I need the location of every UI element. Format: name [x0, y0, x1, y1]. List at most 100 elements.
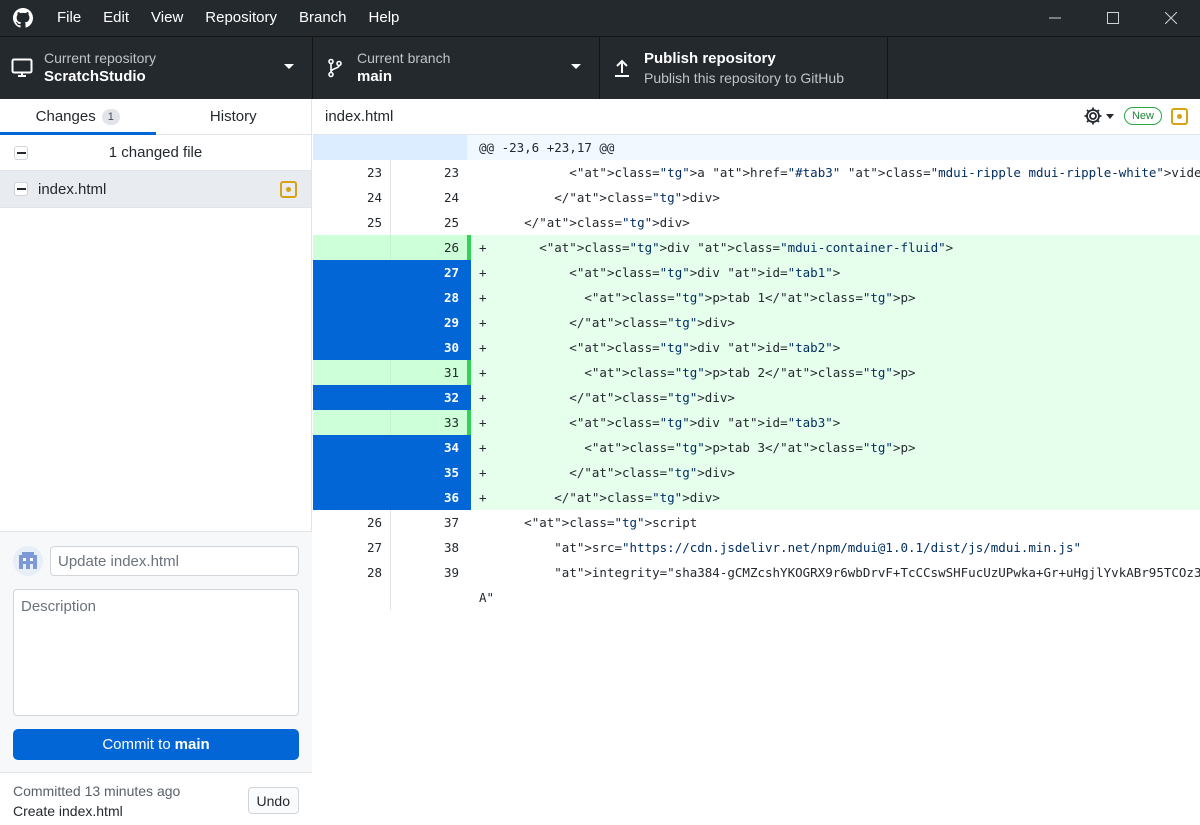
publish-repository-description: Publish this repository to GitHub	[644, 70, 844, 86]
new-line-number[interactable]: 27	[390, 260, 467, 285]
diff-line-code: + </"at">class="tg">div>	[471, 385, 1200, 410]
diff-line-code: A"	[479, 590, 495, 605]
menu-branch[interactable]: Branch	[288, 0, 358, 36]
diff-line-code: + <"at">class="tg">div "at">class="mdui-…	[471, 235, 1200, 260]
changes-count-badge: 1	[101, 108, 120, 125]
commit-button[interactable]: Commit to main	[13, 729, 299, 760]
new-line-number[interactable]: 33	[390, 410, 467, 435]
old-line-number: 23	[366, 165, 382, 180]
diff-line-added[interactable]: 31 + <"at">class="tg">p>tab 2</"at">class…	[313, 360, 1200, 385]
old-line-number	[313, 485, 390, 510]
new-line-number[interactable]: 34	[390, 435, 467, 460]
diff-line-code: + <"at">class="tg">p>tab 3</"at">class="…	[471, 435, 1200, 460]
diff-line-code: </"at">class="tg">div>	[479, 215, 690, 230]
current-repository-dropdown[interactable]: Current repository ScratchStudio	[0, 37, 313, 99]
last-commit-time: Committed 13 minutes ago	[13, 783, 181, 799]
menu-file[interactable]: File	[46, 0, 92, 36]
commit-summary-input[interactable]	[50, 546, 299, 576]
diff-line-added[interactable]: 28 + <"at">class="tg">p>tab 1</"at">class…	[313, 285, 1200, 310]
menu-edit[interactable]: Edit	[92, 0, 140, 36]
diff-line-code: + </"at">class="tg">div>	[471, 310, 1200, 335]
hunk-header: @@ -23,6 +23,17 @@	[471, 135, 1200, 160]
current-branch-dropdown[interactable]: Current branch main	[313, 37, 600, 99]
minimize-icon[interactable]	[1026, 0, 1084, 36]
new-line-number[interactable]: 31	[390, 360, 467, 385]
gear-icon	[1084, 107, 1102, 125]
new-line-number[interactable]: 29	[390, 310, 467, 335]
diff-line-added[interactable]: 26 + <"at">class="tg">div "at">class="mdu…	[313, 235, 1200, 260]
current-branch-label: Current branch	[357, 50, 451, 66]
desktop-icon	[0, 58, 44, 78]
commit-description-input[interactable]	[13, 589, 299, 716]
diff-line-added[interactable]: 35 + </"at">class="tg">div>	[313, 460, 1200, 485]
branch-icon	[313, 58, 357, 78]
diff-line-code: "at">src="https://cdn.jsdelivr.net/npm/m…	[554, 540, 1082, 555]
menu-bar: File Edit View Repository Branch Help	[46, 0, 410, 36]
old-line-number	[313, 235, 390, 260]
diff-header: index.html New	[313, 99, 1200, 135]
old-line-number: 25	[366, 215, 382, 230]
diff-line-code: </"at">class="tg">div>	[479, 190, 720, 205]
diff-line-code: + </"at">class="tg">div>	[471, 485, 1200, 510]
sidebar-tabs: Changes 1 History	[0, 99, 311, 135]
list-item[interactable]: index.html	[0, 171, 311, 208]
tab-changes-label: Changes	[35, 108, 96, 125]
menu-help[interactable]: Help	[358, 0, 411, 36]
new-line-number[interactable]: 28	[390, 285, 467, 310]
diff-line-added[interactable]: 27 + <"at">class="tg">div "at">id="tab1">	[313, 260, 1200, 285]
current-repository-value: ScratchStudio	[44, 68, 146, 85]
diff-line-added[interactable]: 36 + </"at">class="tg">div>	[313, 485, 1200, 510]
old-line-number	[313, 435, 390, 460]
diff-line-context: 28 39 "at">integrity="sha384-gCMZcshYKOGR…	[313, 560, 1200, 585]
new-line-number: 38	[390, 535, 467, 560]
diff-line-context: 27 38 "at">src="https://cdn.jsdelivr.net/…	[313, 535, 1200, 560]
caret-down-icon	[571, 64, 581, 69]
modified-icon	[280, 181, 297, 198]
new-line-number: 24	[390, 185, 467, 210]
old-line-number	[313, 335, 390, 360]
old-line-number	[313, 260, 390, 285]
old-line-number	[313, 585, 390, 610]
diff-line-context: 25 25 </"at">class="tg">div>	[313, 210, 1200, 235]
undo-button[interactable]: Undo	[247, 787, 299, 814]
new-line-number[interactable]: 35	[390, 460, 467, 485]
diff-line-added[interactable]: 34 + <"at">class="tg">p>tab 3</"at">class…	[313, 435, 1200, 460]
changed-files-header: 1 changed file	[0, 135, 311, 171]
diff-line-context: 23 23 <"at">class="tg">a "at">href="#tab3…	[313, 160, 1200, 185]
changed-files-count: 1 changed file	[108, 144, 203, 161]
publish-repository-title: Publish repository	[644, 50, 776, 67]
new-line-number: 25	[390, 210, 467, 235]
old-line-number	[313, 310, 390, 335]
new-line-number[interactable]: 30	[390, 335, 467, 360]
old-line-number	[313, 385, 390, 410]
toolbar: Current repository ScratchStudio Current…	[0, 36, 1200, 99]
diff-line-code: + </"at">class="tg">div>	[471, 460, 1200, 485]
commit-form: Commit to main	[0, 531, 312, 772]
file-checkbox[interactable]	[14, 182, 28, 196]
diff-line-added[interactable]: 33 + <"at">class="tg">div "at">id="tab3">	[313, 410, 1200, 435]
new-line-number[interactable]: 26	[390, 235, 467, 260]
tab-history[interactable]: History	[156, 99, 312, 134]
diff-line-context: 26 37 <"at">class="tg">script	[313, 510, 1200, 535]
diff-line-added[interactable]: 29 + </"at">class="tg">div>	[313, 310, 1200, 335]
menu-view[interactable]: View	[140, 0, 194, 36]
tab-changes[interactable]: Changes 1	[0, 99, 156, 135]
publish-repository-button[interactable]: Publish repository Publish this reposito…	[600, 37, 888, 99]
maximize-icon[interactable]	[1084, 0, 1142, 36]
diff-line-added[interactable]: 30 + <"at">class="tg">div "at">id="tab2">	[313, 335, 1200, 360]
old-line-number	[313, 360, 390, 385]
diff-line-code: + <"at">class="tg">div "at">id="tab1">	[471, 260, 1200, 285]
close-icon[interactable]	[1142, 0, 1200, 36]
last-commit-message: Create index.html	[13, 803, 123, 819]
avatar	[13, 546, 43, 576]
caret-down-icon	[1105, 113, 1114, 119]
new-line-number: 37	[390, 510, 467, 535]
diff-settings-button[interactable]	[1083, 106, 1114, 126]
new-line-number[interactable]: 32	[390, 385, 467, 410]
new-line-number[interactable]: 36	[390, 485, 467, 510]
menu-repository[interactable]: Repository	[194, 0, 288, 36]
caret-down-icon	[284, 64, 294, 69]
last-commit-panel: Committed 13 minutes ago Create index.ht…	[0, 772, 312, 825]
diff-line-added[interactable]: 32 + </"at">class="tg">div>	[313, 385, 1200, 410]
upload-icon	[600, 58, 644, 78]
